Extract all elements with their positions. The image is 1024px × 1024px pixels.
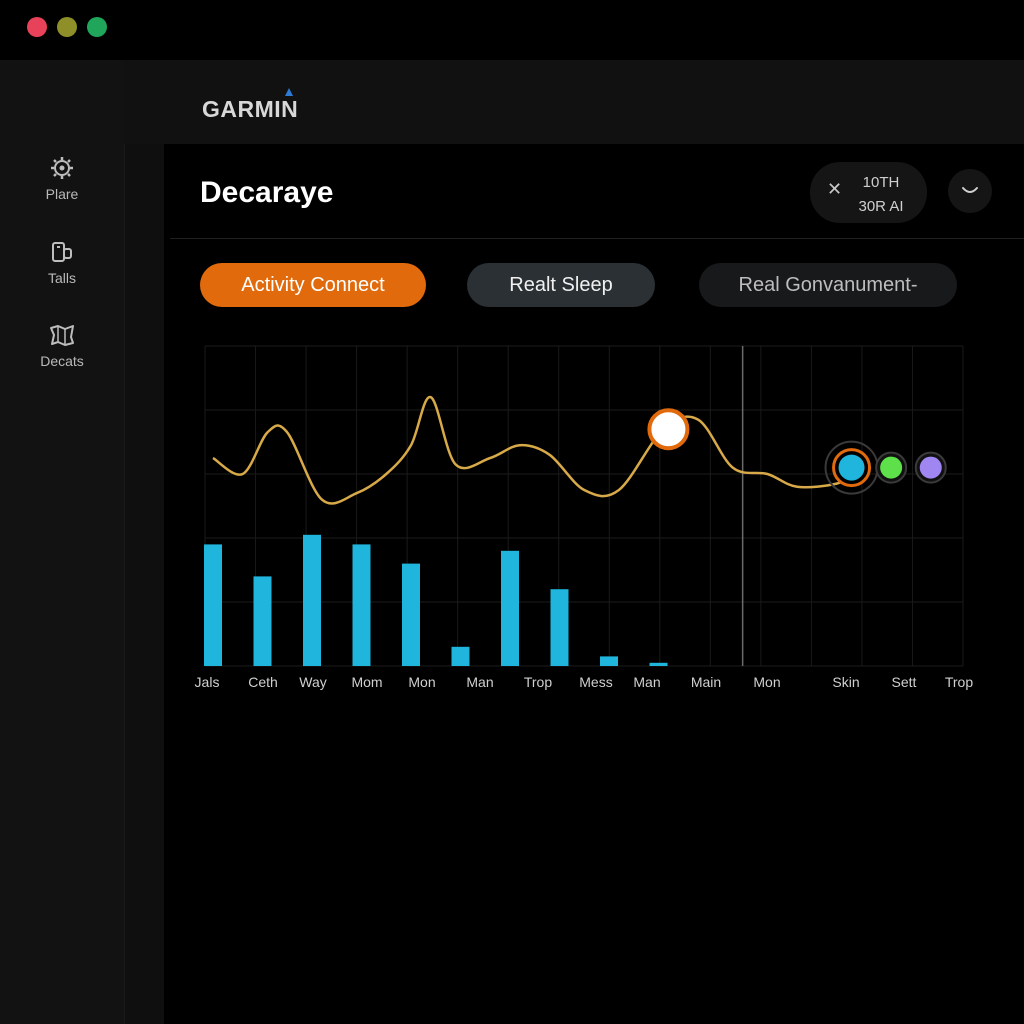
x-tick-label: Mon xyxy=(408,674,435,690)
chart-bar xyxy=(501,550,519,666)
x-tick-label: Man xyxy=(633,674,660,690)
chart-end-marker xyxy=(838,454,865,481)
x-tick-label: Mon xyxy=(753,674,780,690)
chart-bar xyxy=(352,544,371,666)
chart-highlight-point xyxy=(647,408,690,451)
x-tick-label: Sett xyxy=(892,674,917,690)
chart-bar xyxy=(649,662,668,666)
x-tick-label: Trop xyxy=(524,674,552,690)
x-tick-label: Man xyxy=(466,674,493,690)
chart-bar xyxy=(402,563,420,666)
x-tick-label: Main xyxy=(691,674,721,690)
activity-chart: Jals Ceth Way Mom Mon Man Trop Mess Man Main Mon Sk… xyxy=(195,345,973,690)
chart-line-series xyxy=(212,395,853,505)
chart-bar xyxy=(303,534,321,666)
x-tick-label: Jals xyxy=(195,674,220,690)
chart-bar xyxy=(253,576,272,666)
chart-bar xyxy=(600,656,618,666)
x-tick-label: Way xyxy=(299,674,326,690)
chart-end-marker xyxy=(919,456,942,479)
chart-end-marker xyxy=(880,456,903,479)
chart-bar xyxy=(451,646,470,666)
x-tick-label: Mess xyxy=(579,674,612,690)
x-tick-label: Trop xyxy=(945,674,973,690)
x-tick-label: Skin xyxy=(832,674,859,690)
x-tick-label: Mom xyxy=(351,674,382,690)
chart-bar xyxy=(204,544,222,666)
chart-bar xyxy=(550,589,569,666)
x-tick-label: Ceth xyxy=(248,674,278,690)
